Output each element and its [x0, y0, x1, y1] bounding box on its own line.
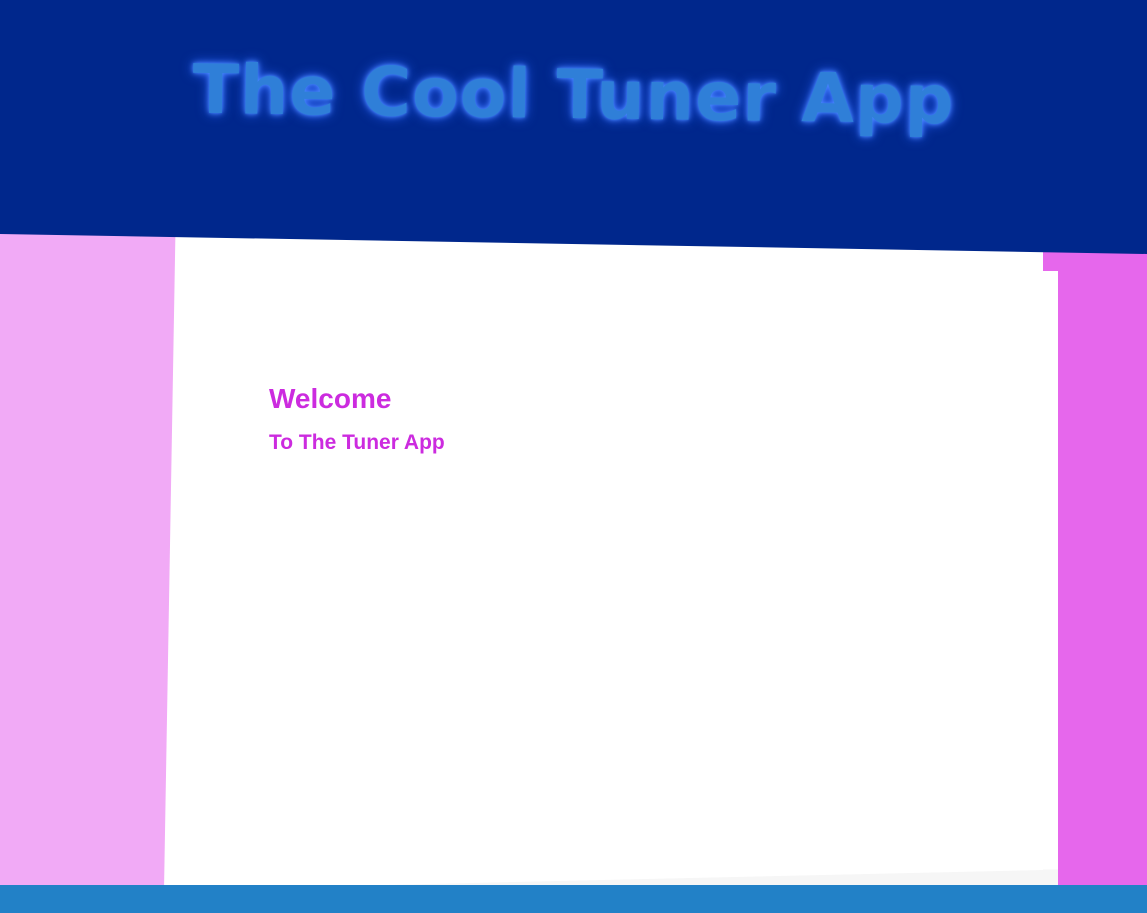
- footer-bar: [0, 885, 1147, 913]
- welcome-card: Welcome To The Tuner App: [164, 200, 1043, 890]
- app-header: The Cool Tuner App: [0, 0, 1147, 254]
- page: Welcome To The Tuner App The Cool Tuner …: [0, 0, 1147, 913]
- app-title: The Cool Tuner App: [192, 50, 955, 141]
- welcome-subheading: To The Tuner App: [269, 431, 445, 454]
- welcome-heading: Welcome: [269, 383, 392, 414]
- welcome-content: Welcome To The Tuner App: [269, 382, 445, 456]
